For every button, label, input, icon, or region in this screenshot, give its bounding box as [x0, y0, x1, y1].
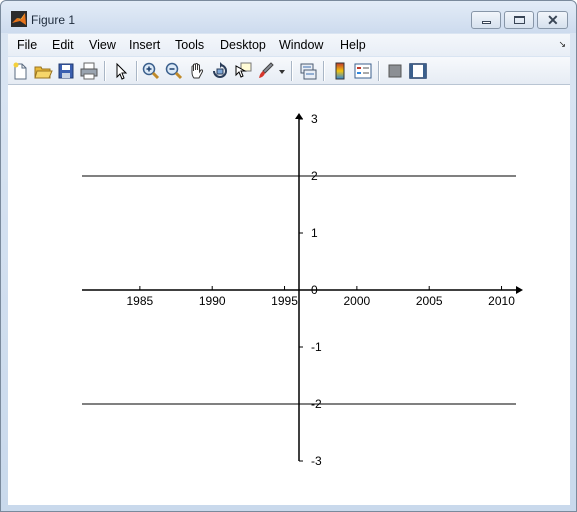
menu-window[interactable]: Window: [279, 38, 323, 52]
open-file-icon[interactable]: [33, 61, 53, 81]
x-tick-label-1990: 1990: [199, 294, 226, 308]
y-tick-label--1: -1: [311, 340, 322, 354]
toolbar-separator: [136, 61, 137, 81]
menu-file[interactable]: File: [17, 38, 37, 52]
toolbar-separator: [323, 61, 324, 81]
data-cursor-icon[interactable]: [233, 61, 253, 81]
close-button[interactable]: ✕: [537, 11, 568, 29]
menu-view[interactable]: View: [89, 38, 116, 52]
figure-window: Figure 1 ✕ File Edit View Insert Tools D…: [0, 0, 577, 512]
y-axis-arrow: [295, 113, 303, 119]
save-figure-icon[interactable]: [56, 61, 76, 81]
minimize-button[interactable]: [471, 11, 501, 29]
menu-insert[interactable]: Insert: [129, 38, 160, 52]
new-figure-icon[interactable]: [10, 61, 30, 81]
toolbar-separator: [378, 61, 379, 81]
close-icon: ✕: [547, 12, 559, 28]
y-tick-label--3: -3: [311, 454, 322, 468]
edit-plot-arrow-icon[interactable]: [111, 61, 131, 81]
axes-plot[interactable]: 1985 1990 1995 2000 2005 2010 -3 -2 -1 0 1 2 3: [8, 85, 570, 505]
brush-dropdown-icon[interactable]: [277, 61, 287, 81]
hide-plot-tools-icon[interactable]: [385, 61, 405, 81]
legend-icon[interactable]: [353, 61, 373, 81]
x-tick-label-1985: 1985: [127, 294, 154, 308]
menu-tools[interactable]: Tools: [175, 38, 204, 52]
maximize-icon: [514, 16, 525, 24]
window-title: Figure 1: [31, 13, 76, 27]
figure-toolbar: [8, 57, 570, 85]
y-tick-label--2: -2: [311, 397, 322, 411]
toolbar-separator: [104, 61, 105, 81]
y-tick-label-0: 0: [311, 283, 318, 297]
show-plot-tools-icon[interactable]: [408, 61, 428, 81]
link-plot-icon[interactable]: [298, 61, 318, 81]
title-bar[interactable]: Figure 1 ✕: [1, 1, 576, 33]
y-tick-label-2: 2: [311, 169, 318, 183]
menu-bar: File Edit View Insert Tools Desktop Wind…: [8, 34, 570, 56]
colorbar-icon[interactable]: [330, 61, 350, 81]
x-tick-label-2000: 2000: [344, 294, 371, 308]
maximize-button[interactable]: [504, 11, 534, 29]
brush-icon[interactable]: [256, 61, 276, 81]
menu-help[interactable]: Help: [340, 38, 366, 52]
rotate-3d-icon[interactable]: [210, 61, 230, 81]
x-tick-label-2005: 2005: [416, 294, 443, 308]
x-tick-label-2010: 2010: [488, 294, 515, 308]
figure-canvas[interactable]: 1985 1990 1995 2000 2005 2010 -3 -2 -1 0 1 2 3: [8, 85, 570, 505]
menu-edit[interactable]: Edit: [52, 38, 74, 52]
print-figure-icon[interactable]: [79, 61, 99, 81]
minimize-icon: [482, 21, 491, 24]
x-axis-arrow: [516, 286, 523, 294]
zoom-out-icon[interactable]: [164, 61, 184, 81]
zoom-in-icon[interactable]: [141, 61, 161, 81]
menu-desktop[interactable]: Desktop: [220, 38, 266, 52]
pan-hand-icon[interactable]: [187, 61, 207, 81]
y-tick-label-1: 1: [311, 226, 318, 240]
y-tick-label-3: 3: [311, 112, 318, 126]
matlab-logo-icon: [11, 11, 27, 27]
toolbar-separator: [291, 61, 292, 81]
x-tick-label-1995: 1995: [271, 294, 298, 308]
dock-figure-icon[interactable]: ↘: [558, 39, 566, 50]
